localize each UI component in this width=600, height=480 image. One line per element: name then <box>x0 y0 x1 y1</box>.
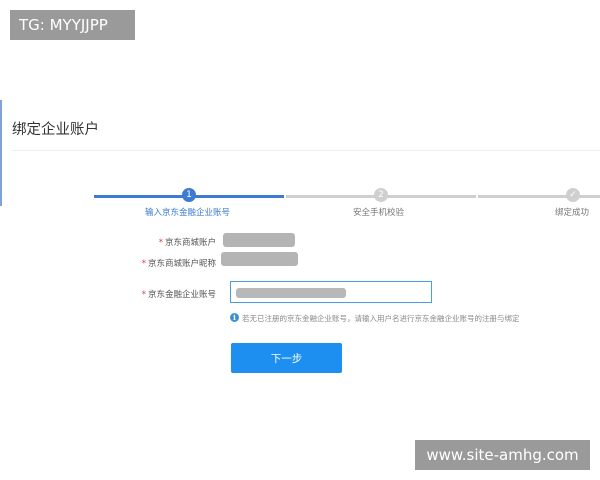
step-1-circle: 1 <box>182 188 196 202</box>
watermark-bottom: www.site-amhg.com <box>415 440 590 470</box>
info-icon: i <box>230 313 239 322</box>
required-mark: * <box>141 259 146 269</box>
step-3-label: 绑定成功 <box>555 208 590 218</box>
jd-mall-account-value-masked <box>223 233 295 247</box>
jd-finance-account-input[interactable] <box>230 281 432 303</box>
field-label-jd-mall-nickname: * 京东商城账户昵称 <box>141 259 216 269</box>
watermark-top: TG: MYYJJPP <box>10 10 135 40</box>
left-accent-bar <box>0 100 2 206</box>
step-2-circle: 2 <box>374 188 388 202</box>
step-3-line <box>478 195 600 198</box>
jd-finance-account-value-masked <box>236 288 346 298</box>
step-1-label: 输入京东金融企业账号 <box>145 208 231 218</box>
page-title: 绑定企业账户 <box>12 122 99 138</box>
bind-account-panel <box>0 100 600 376</box>
required-mark: * <box>158 238 163 248</box>
step-2-label: 安全手机校验 <box>353 208 405 218</box>
jd-mall-nickname-value-masked <box>221 252 298 266</box>
step-3-check-icon: ✓ <box>566 188 580 202</box>
required-mark: * <box>141 290 146 300</box>
title-divider <box>12 150 600 151</box>
next-step-button[interactable]: 下一步 <box>231 343 342 373</box>
field-label-jd-mall-account: * 京东商城账户 <box>158 238 216 248</box>
registration-hint: 若无已注册的京东金融企业账号，请输入用户名进行京东金融企业账号的注册与绑定 <box>242 314 520 323</box>
field-label-jd-finance-account: * 京东金融企业账号 <box>141 290 216 300</box>
